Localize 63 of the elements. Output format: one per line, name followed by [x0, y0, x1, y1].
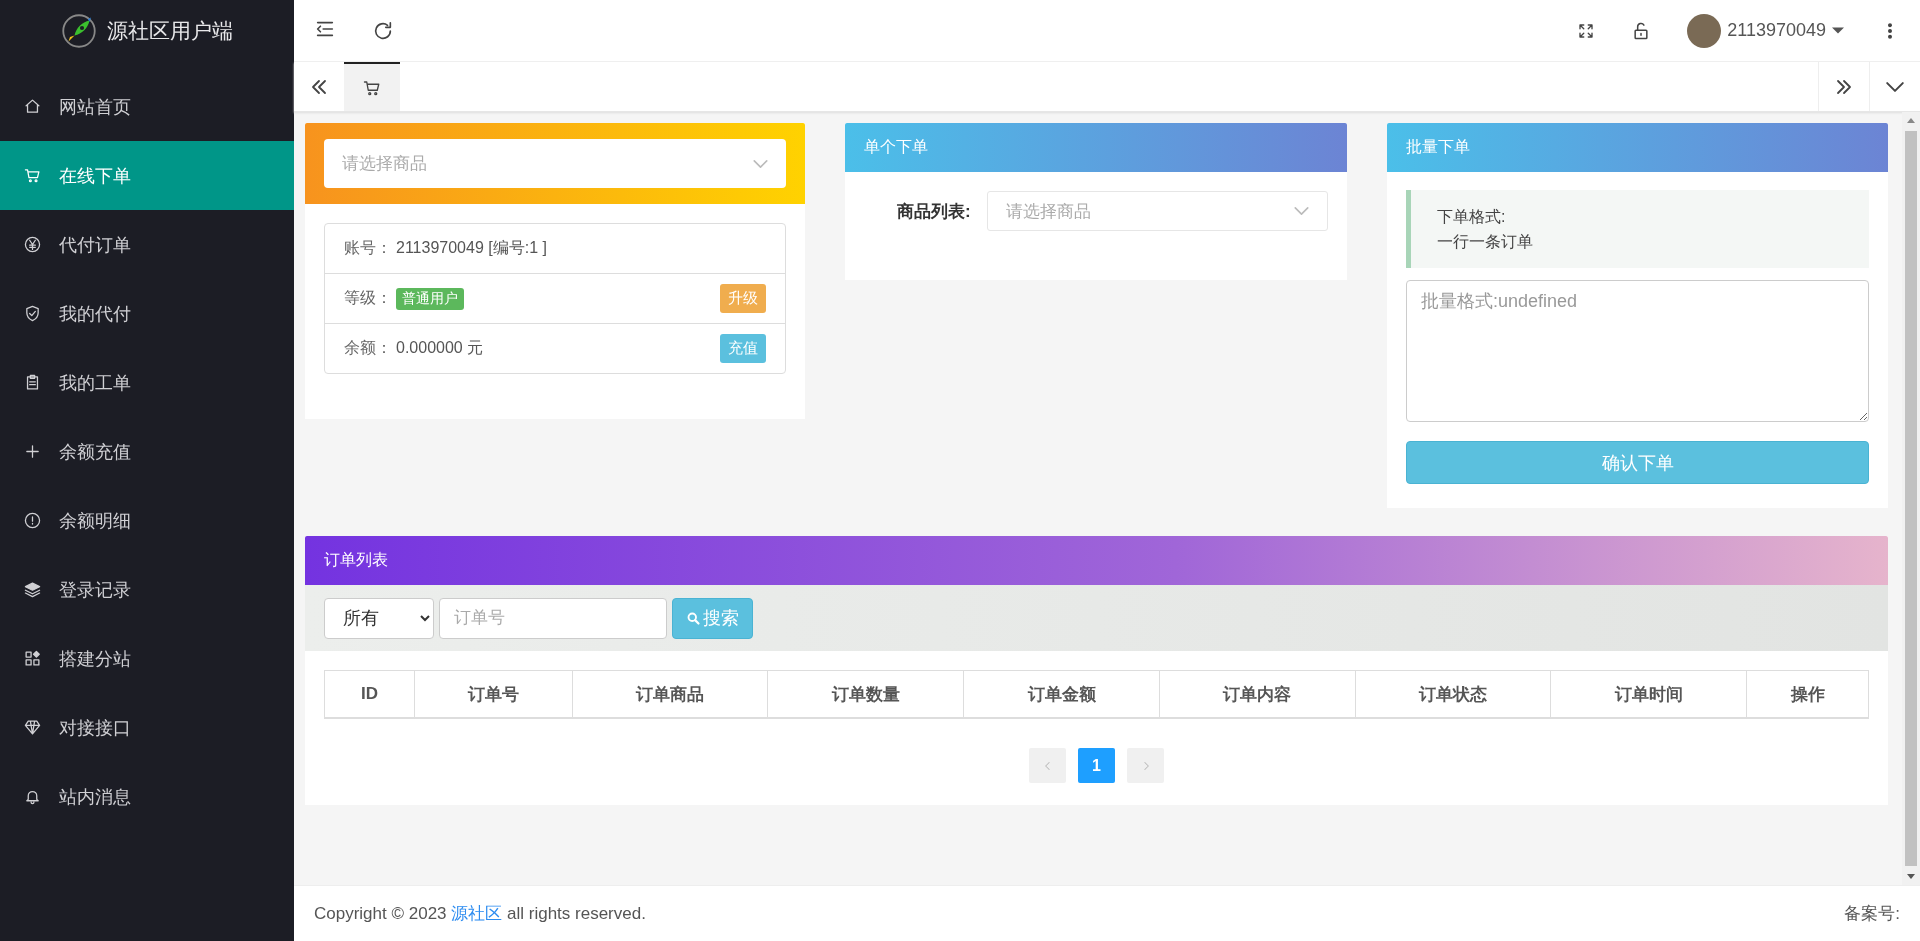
chevron-down-icon — [753, 159, 768, 168]
diamond-icon — [24, 719, 41, 736]
card-header: 单个下单 — [845, 123, 1347, 172]
format-title: 下单格式: — [1437, 207, 1507, 227]
fullscreen-icon[interactable] — [1577, 21, 1596, 40]
rocket-logo-icon — [61, 13, 97, 49]
layers-icon — [24, 581, 41, 598]
chevron-down-icon[interactable] — [1886, 81, 1904, 92]
chevron-down-icon — [1294, 207, 1309, 215]
column-header: ID — [324, 670, 415, 718]
sidebar-item[interactable]: 在线下单 — [0, 141, 294, 210]
column-header: 操作 — [1746, 670, 1869, 718]
sidebar-item[interactable]: 站内消息 — [0, 762, 294, 831]
sidebar-item[interactable]: 对接接口 — [0, 693, 294, 762]
field-label: 账号： — [344, 238, 392, 258]
order-number-input[interactable]: 订单号 — [439, 597, 667, 639]
cart-icon — [363, 78, 381, 97]
sidebar-item[interactable]: 余额充值 — [0, 417, 294, 486]
sidebar-item[interactable]: 网站首页 — [0, 72, 294, 141]
record-number-label: 备案号: — [1844, 903, 1900, 925]
sidebar-item[interactable]: 我的工单 — [0, 348, 294, 417]
column-header: 订单商品 — [572, 670, 768, 718]
batch-order-textarea[interactable]: 批量格式:undefined — [1406, 280, 1869, 422]
field-label: 余额： — [344, 338, 392, 358]
card-header: 批量下单 — [1387, 123, 1888, 172]
column-header: 订单金额 — [963, 670, 1160, 718]
scrollbar[interactable] — [1902, 112, 1920, 885]
sidebar-item[interactable]: 代付订单 — [0, 210, 294, 279]
account-value: 2113970049 [编号:1 ] — [396, 238, 547, 258]
copyright-text: Copyright © 2023 源社区 all rights reserved. — [314, 903, 646, 925]
sidebar-item[interactable]: 搭建分站 — [0, 624, 294, 693]
brand-title: 源社区用户端 — [107, 18, 233, 44]
field-label: 等级： — [344, 288, 392, 308]
search-icon — [686, 610, 701, 626]
cart-icon — [24, 167, 41, 184]
sidebar-item[interactable]: 余额明细 — [0, 486, 294, 555]
site-link[interactable]: 源社区 — [451, 904, 503, 923]
column-header: 订单时间 — [1550, 670, 1747, 718]
avatar — [1687, 13, 1722, 48]
shield-icon — [24, 305, 41, 322]
caret-icon — [1832, 27, 1844, 34]
grid-icon — [24, 650, 41, 667]
status-filter[interactable]: 所有 — [324, 597, 434, 639]
level-badge: 普通用户 — [396, 287, 464, 310]
page-tab[interactable] — [344, 62, 400, 111]
balance-value: 0.000000 元 — [396, 338, 484, 358]
format-text: 一行一条订单 — [1437, 232, 1534, 252]
refresh-icon[interactable] — [372, 19, 394, 42]
card-header: 订单列表 — [305, 536, 1888, 585]
column-header: 订单数量 — [767, 670, 964, 718]
home-icon — [24, 98, 41, 115]
plus-icon — [24, 443, 41, 460]
user-menu[interactable]: 2113970049 — [1687, 13, 1844, 48]
yen-icon — [24, 236, 41, 253]
sidebar-item[interactable]: 我的代付 — [0, 279, 294, 348]
info-icon — [24, 512, 41, 529]
bell-icon — [24, 788, 41, 805]
field-label: 商品列表: — [897, 200, 971, 223]
clipboard-icon — [24, 374, 41, 391]
column-header: 订单状态 — [1355, 670, 1551, 718]
sidebar-item[interactable]: 登录记录 — [0, 555, 294, 624]
column-header: 订单号 — [414, 670, 573, 718]
column-header: 订单内容 — [1159, 670, 1356, 718]
